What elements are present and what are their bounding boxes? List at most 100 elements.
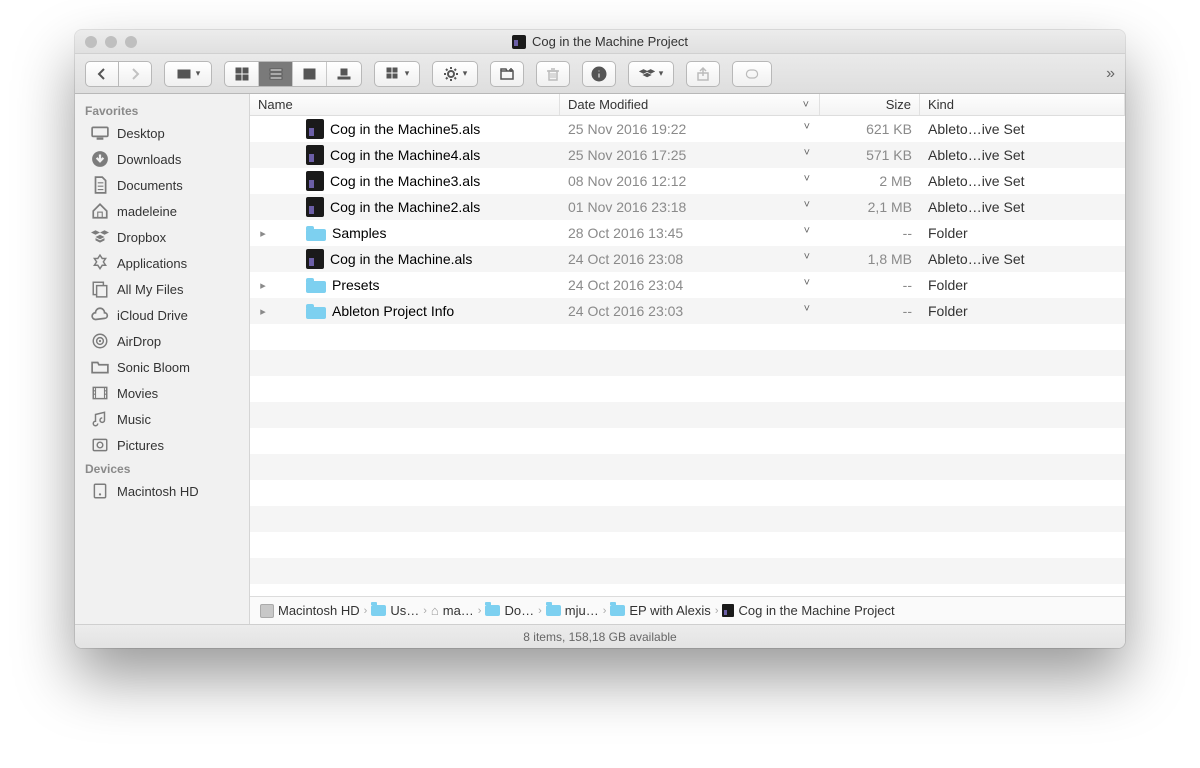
file-date: 01 Nov 2016 23:18 (560, 199, 820, 215)
ableton-file-icon (306, 197, 324, 217)
titlebar: Cog in the Machine Project (75, 30, 1125, 54)
file-row[interactable]: ▸ Samples 28 Oct 2016 13:45 -- Folder (250, 220, 1125, 246)
file-name: Cog in the Machine5.als (330, 121, 480, 137)
sidebar-item-label: AirDrop (117, 334, 161, 349)
sidebar-item-label: Movies (117, 386, 158, 401)
forward-button[interactable] (118, 61, 152, 87)
empty-row (250, 402, 1125, 428)
path-crumb[interactable]: Do… (485, 603, 534, 618)
file-date: 25 Nov 2016 17:25 (560, 147, 820, 163)
file-size: 1,8 MB (820, 251, 920, 267)
dropbox-button[interactable] (628, 61, 674, 87)
empty-row (250, 454, 1125, 480)
file-size: -- (820, 277, 920, 293)
sidebar-item-macintosh-hd[interactable]: Macintosh HD (75, 478, 249, 504)
column-header-kind[interactable]: Kind (920, 94, 1125, 115)
trash-button[interactable] (536, 61, 570, 87)
tags-button[interactable] (732, 61, 772, 87)
column-header-size[interactable]: Size (820, 94, 920, 115)
path-crumb[interactable]: EP with Alexis (610, 603, 710, 618)
sidebar-item-madeleine[interactable]: madeleine (75, 198, 249, 224)
share-button[interactable] (686, 61, 720, 87)
file-size: -- (820, 225, 920, 241)
movies-icon (91, 384, 109, 402)
toolbar-overflow-button[interactable]: » (1106, 65, 1115, 83)
view-column-button[interactable] (293, 62, 327, 86)
sidebar-item-label: iCloud Drive (117, 308, 188, 323)
finder-window: Cog in the Machine Project » (75, 30, 1125, 648)
sidebar-item-label: All My Files (117, 282, 183, 297)
sidebar-item-label: Dropbox (117, 230, 166, 245)
file-list-area: Name Date Modified Size Kind Cog in the … (250, 94, 1125, 624)
back-button[interactable] (85, 61, 119, 87)
empty-row (250, 506, 1125, 532)
file-rows: Cog in the Machine5.als 25 Nov 2016 19:2… (250, 116, 1125, 596)
path-crumb[interactable]: Macintosh HD (260, 603, 360, 618)
info-button[interactable] (582, 61, 616, 87)
file-size: 2,1 MB (820, 199, 920, 215)
file-name: Cog in the Machine3.als (330, 173, 480, 189)
sidebar-item-downloads[interactable]: Downloads (75, 146, 249, 172)
sidebar-item-sonic-bloom[interactable]: Sonic Bloom (75, 354, 249, 380)
sidebar-item-icloud-drive[interactable]: iCloud Drive (75, 302, 249, 328)
path-crumb[interactable]: ⌂ma… (431, 603, 474, 618)
sidebar-item-movies[interactable]: Movies (75, 380, 249, 406)
path-crumb-label: Cog in the Machine Project (738, 603, 894, 618)
file-date: 24 Oct 2016 23:08 (560, 251, 820, 267)
file-date: 24 Oct 2016 23:03 (560, 303, 820, 319)
airdrop-icon (91, 332, 109, 350)
file-row[interactable]: ▸ Ableton Project Info 24 Oct 2016 23:03… (250, 298, 1125, 324)
allfiles-icon (91, 280, 109, 298)
documents-icon (91, 176, 109, 194)
sidebar-item-documents[interactable]: Documents (75, 172, 249, 198)
disclosure-triangle[interactable]: ▸ (256, 279, 270, 292)
file-row[interactable]: ▸ Presets 24 Oct 2016 23:04 -- Folder (250, 272, 1125, 298)
file-size: 2 MB (820, 173, 920, 189)
view-icon-button[interactable] (225, 62, 259, 86)
sidebar: Favorites DesktopDownloadsDocumentsmadel… (75, 94, 250, 624)
view-list-button[interactable] (259, 62, 293, 86)
action-menu-button[interactable] (432, 61, 478, 87)
sidebar-item-dropbox[interactable]: Dropbox (75, 224, 249, 250)
ableton-file-icon (722, 604, 734, 617)
view-coverflow-button[interactable] (327, 62, 361, 86)
file-row[interactable]: Cog in the Machine4.als 25 Nov 2016 17:2… (250, 142, 1125, 168)
path-crumb-label: EP with Alexis (629, 603, 710, 618)
file-row[interactable]: Cog in the Machine3.als 08 Nov 2016 12:1… (250, 168, 1125, 194)
column-header-date[interactable]: Date Modified (560, 94, 820, 115)
file-size: -- (820, 303, 920, 319)
empty-row (250, 558, 1125, 584)
disclosure-triangle[interactable]: ▸ (256, 305, 270, 318)
sidebar-item-pictures[interactable]: Pictures (75, 432, 249, 458)
desktop-icon (91, 124, 109, 142)
toolbar: » (75, 54, 1125, 94)
file-kind: Ableto…ive Set (920, 199, 1125, 215)
path-crumb[interactable]: mju… (546, 603, 599, 618)
file-date: 28 Oct 2016 13:45 (560, 225, 820, 241)
sidebar-item-airdrop[interactable]: AirDrop (75, 328, 249, 354)
sidebar-config-button[interactable] (164, 61, 212, 87)
disclosure-triangle[interactable]: ▸ (256, 227, 270, 240)
home-icon (91, 202, 109, 220)
file-kind: Ableto…ive Set (920, 173, 1125, 189)
sidebar-item-music[interactable]: Music (75, 406, 249, 432)
file-row[interactable]: Cog in the Machine5.als 25 Nov 2016 19:2… (250, 116, 1125, 142)
music-icon (91, 410, 109, 428)
file-name: Ableton Project Info (332, 303, 454, 319)
new-folder-button[interactable] (490, 61, 524, 87)
sidebar-item-desktop[interactable]: Desktop (75, 120, 249, 146)
file-row[interactable]: Cog in the Machine2.als 01 Nov 2016 23:1… (250, 194, 1125, 220)
file-date: 25 Nov 2016 19:22 (560, 121, 820, 137)
folder-icon (610, 605, 625, 616)
sidebar-item-label: Desktop (117, 126, 165, 141)
arrange-button[interactable] (374, 61, 420, 87)
sidebar-item-label: Sonic Bloom (117, 360, 190, 375)
window-title: Cog in the Machine Project (532, 34, 688, 49)
path-crumb[interactable]: Cog in the Machine Project (722, 603, 894, 618)
file-row[interactable]: Cog in the Machine.als 24 Oct 2016 23:08… (250, 246, 1125, 272)
path-crumb[interactable]: Us… (371, 603, 419, 618)
sidebar-item-applications[interactable]: Applications (75, 250, 249, 276)
sidebar-item-all-my-files[interactable]: All My Files (75, 276, 249, 302)
folder-icon (371, 605, 386, 616)
column-header-name[interactable]: Name (250, 94, 560, 115)
